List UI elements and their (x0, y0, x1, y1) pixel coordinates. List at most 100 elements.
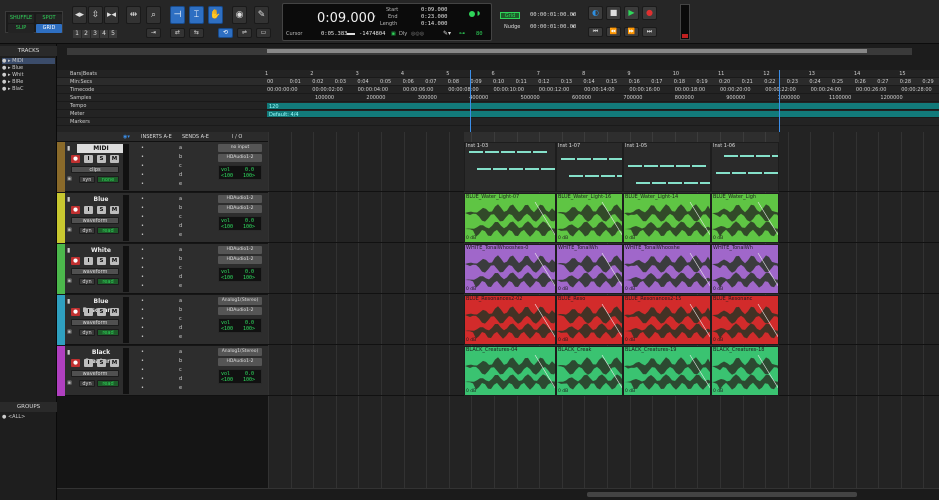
track-color-strip[interactable] (57, 193, 65, 243)
return-to-zero-icon[interactable]: ⏮ (588, 27, 603, 37)
volume-pan-display[interactable]: vol 0.0 <100 100> (218, 216, 262, 231)
insert-slot[interactable]: • (141, 385, 144, 391)
edit-window-timeline[interactable]: Inst 1-03 Inst 1-07 Inst 1-05 Inst 1-06 BLUE… (268, 132, 939, 496)
clip[interactable]: Inst 1-03 (464, 142, 556, 192)
midi-note[interactable] (601, 175, 615, 177)
insert-slot[interactable]: • (141, 349, 144, 355)
midi-note[interactable] (577, 158, 591, 160)
send-slot[interactable]: a (179, 298, 182, 304)
input-selector[interactable]: no input (218, 144, 262, 152)
mute-button[interactable]: M (110, 308, 119, 316)
solo-button[interactable]: S (97, 359, 106, 367)
send-slot[interactable]: d (179, 376, 182, 382)
output-selector[interactable]: HDAudio1-2 (218, 307, 262, 315)
pencil-settings-icon[interactable]: ✎▾ (443, 30, 451, 37)
scroll-overview-thumb[interactable] (267, 49, 867, 53)
playhead-end-marker[interactable] (779, 70, 780, 132)
track-name[interactable]: Black Creatures (77, 348, 125, 365)
midi-note[interactable] (772, 155, 778, 157)
shuffle-mode-button[interactable]: SHUFFLE (8, 14, 34, 23)
midi-note[interactable] (748, 172, 762, 174)
insert-slot[interactable]: • (141, 247, 144, 253)
track-view-selector[interactable]: waveform (71, 268, 119, 275)
midi-note[interactable] (740, 155, 754, 157)
tempo-lane[interactable]: 120 (267, 103, 939, 110)
grid-mode-button[interactable]: GRID (36, 24, 62, 33)
clip[interactable]: BLACK_Creatures-18 0 dB (711, 346, 779, 396)
track-view-selector[interactable]: waveform (71, 370, 119, 377)
midi-note[interactable] (609, 158, 622, 160)
automation-mode-selector[interactable]: read (97, 227, 119, 234)
insert-slot[interactable]: • (141, 367, 144, 373)
midi-note[interactable] (533, 151, 547, 153)
start-value[interactable]: 0:09.000 (421, 7, 448, 13)
clip-gain-value[interactable]: 0 dB (466, 389, 476, 394)
track-name[interactable]: Blue (77, 195, 125, 204)
send-slot[interactable]: d (179, 172, 182, 178)
record-enable-button[interactable]: ● (71, 206, 80, 214)
solo-button[interactable]: S (97, 206, 106, 214)
nudge-dropdown-icon[interactable]: ▾ (572, 24, 575, 30)
clip[interactable]: BLUE_Reso 0 dB (556, 295, 623, 345)
column-options-icon[interactable]: ◉▾ (123, 132, 130, 142)
clip-gain-value[interactable]: 0 dB (466, 338, 476, 343)
pencil-tool-icon[interactable]: ✎ (254, 6, 269, 24)
track-color-strip[interactable] (57, 346, 65, 396)
grid-label[interactable]: Grid (500, 12, 520, 19)
ruler-tempo[interactable]: Tempo 120 (57, 102, 939, 110)
insert-slot[interactable]: • (141, 298, 144, 304)
scrollbar-thumb[interactable] (587, 492, 857, 497)
counter-dropdown-icon[interactable]: ▾ (373, 14, 376, 20)
insert-slot[interactable]: • (141, 214, 144, 220)
insert-slot[interactable]: • (141, 172, 144, 178)
counter-options-icon[interactable]: ◎◎◎ (411, 31, 424, 37)
track-name[interactable]: Blue Resonance (77, 297, 125, 314)
clip[interactable]: Inst 1-07 (556, 142, 623, 192)
track-lane-1[interactable]: BLUE_Water_Light-07 0 dB BLUE_Water_Light… (268, 193, 939, 243)
tab-to-transient-icon[interactable]: ⇥ (146, 28, 161, 38)
input-selector[interactable]: HDAudio1-2 (218, 246, 262, 254)
online-icon[interactable]: ◐ (588, 6, 603, 20)
record-icon[interactable]: ● (642, 6, 657, 20)
midi-note[interactable] (660, 165, 674, 167)
ruler-samples[interactable]: Samples 100000 200000 300000 400000 500000 600… (57, 94, 939, 102)
send-slot[interactable]: c (179, 316, 182, 322)
send-slot[interactable]: b (179, 307, 182, 313)
clip[interactable]: WHITE_TonalWhooshe 0 dB (623, 244, 711, 294)
insert-slot[interactable]: • (141, 181, 144, 187)
length-value[interactable]: 0:14.000 (421, 21, 448, 27)
record-enable-button[interactable]: ● (71, 155, 80, 163)
zoom-preset-5[interactable]: 5 (109, 30, 117, 38)
midi-note[interactable] (644, 165, 658, 167)
ruler-min-secs[interactable]: Min:Secs 00 0:01 0:02 0:03 0:04 0:05 0:06 0:07 0:… (57, 78, 939, 86)
midi-note[interactable] (469, 151, 483, 153)
send-slot[interactable]: c (179, 265, 182, 271)
ruler-bars-beats[interactable]: Bars|Beats 1 2 3 4 5 6 7 8 9 10 11 12 13 14 15 (57, 70, 939, 78)
clip[interactable]: BLACK_Creatures-19 0 dB (623, 346, 711, 396)
horizontal-scrollbar[interactable] (57, 488, 939, 500)
midi-note[interactable] (724, 155, 738, 157)
insert-slot[interactable]: • (141, 358, 144, 364)
track-view-selector[interactable]: clips (71, 166, 119, 173)
ruler-meter[interactable]: Meter Default: 4/4 (57, 110, 939, 118)
clip-gain-value[interactable]: 0 dB (713, 338, 723, 343)
scrubber-tool-icon[interactable]: ◉ (232, 6, 247, 24)
clip[interactable]: WHITE_TonalWh 0 dB (556, 244, 623, 294)
meter-lane[interactable]: Default: 4/4 (267, 111, 939, 118)
clip[interactable]: WHITE_TonalWh 0 dB (711, 244, 779, 294)
record-enable-button[interactable]: ● (71, 308, 80, 316)
send-slot[interactable]: a (179, 145, 182, 151)
send-slot[interactable]: d (179, 325, 182, 331)
send-slot[interactable]: b (179, 358, 182, 364)
track-height-icon[interactable]: ⇹ (126, 6, 141, 24)
track-header-0[interactable]: ▮ MIDI ● I S M clips ▣ syn none • • • • • ab… (57, 142, 268, 192)
midi-note[interactable] (561, 158, 575, 160)
track-list-item-blue[interactable]: ● ▸ Blue (2, 65, 55, 71)
universe-view[interactable] (57, 44, 939, 70)
insert-slot[interactable]: • (141, 196, 144, 202)
input-selector[interactable]: HDAudio1-2 (218, 195, 262, 203)
track-color-strip[interactable] (57, 244, 65, 294)
track-view-selector[interactable]: waveform (71, 319, 119, 326)
clip[interactable]: BLUE_Water_Light-16 0 dB (556, 193, 623, 243)
track-select-icon[interactable]: ▮ (67, 196, 70, 203)
